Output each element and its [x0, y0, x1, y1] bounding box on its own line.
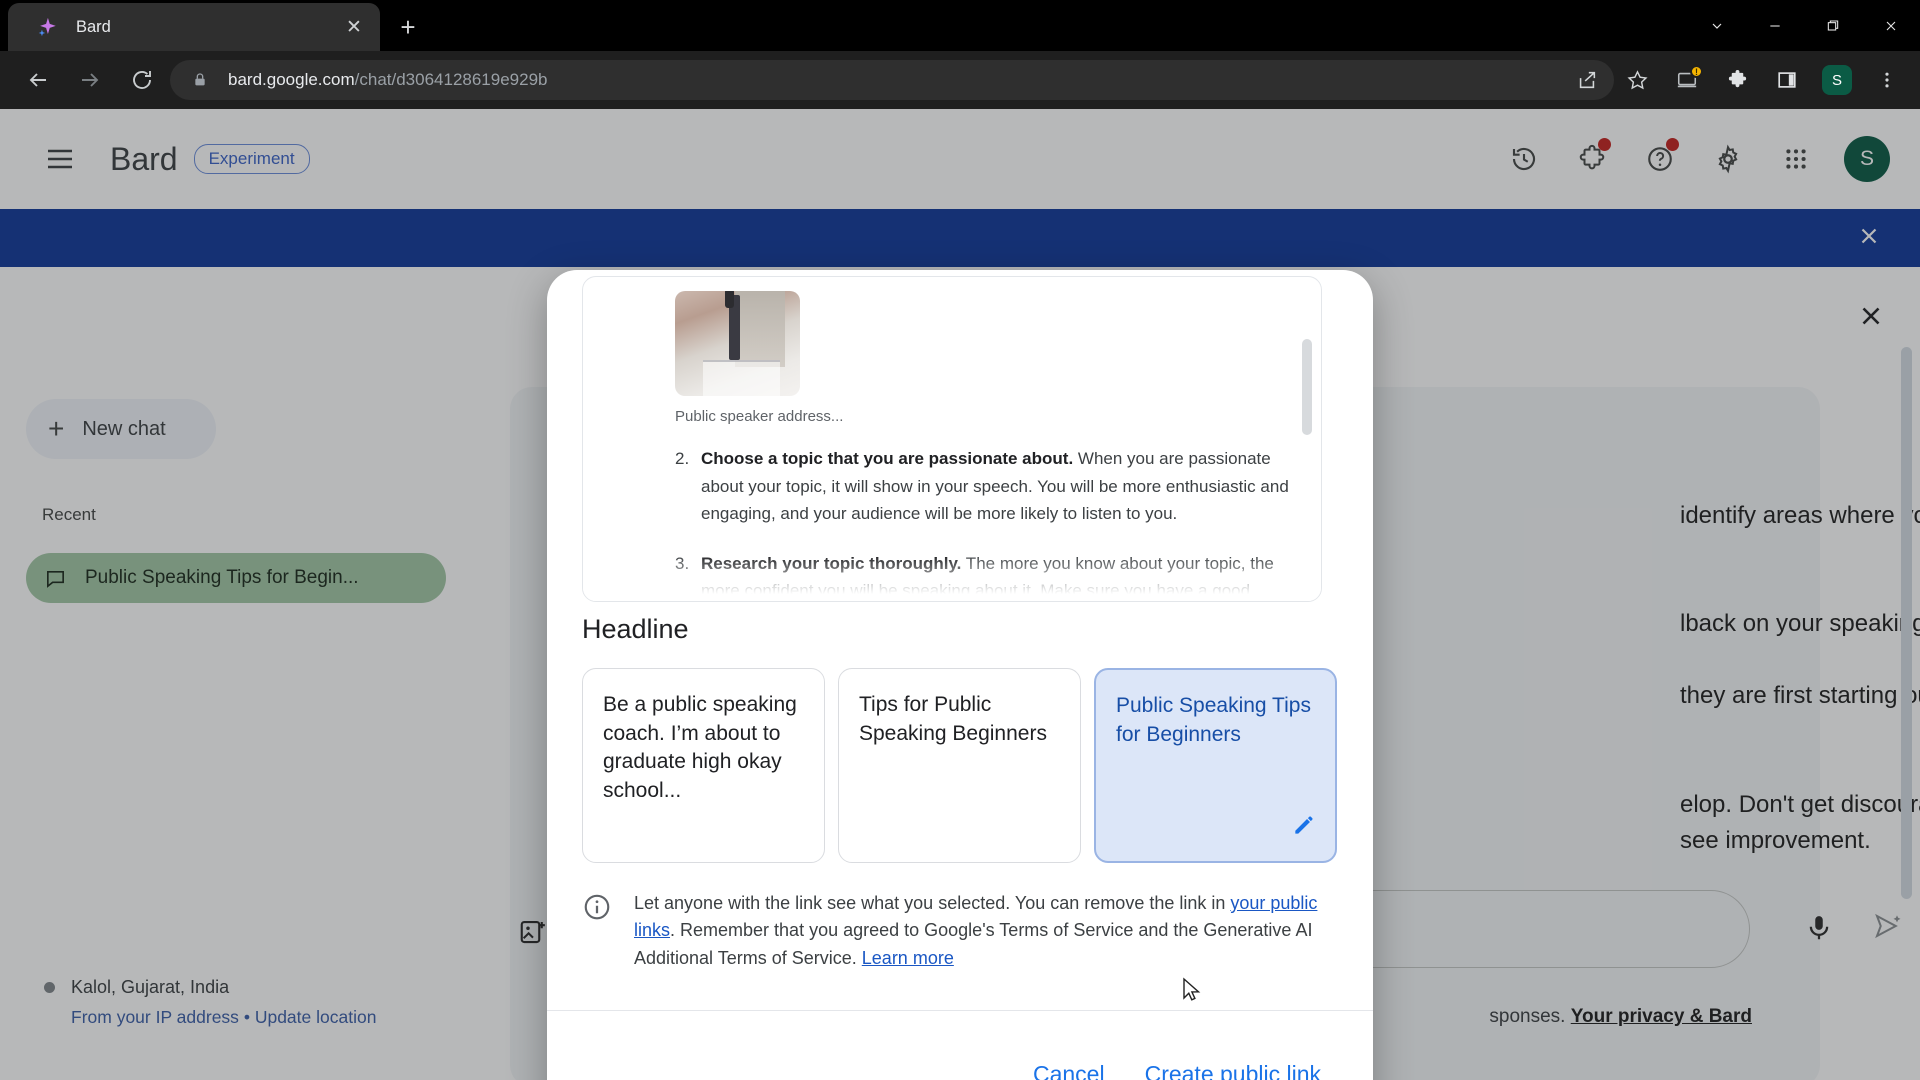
headline-option-3-selected[interactable]: Public Speaking Tips for Beginners	[1094, 668, 1337, 863]
headline-options: Be a public speaking coach. I’m about to…	[582, 668, 1338, 863]
info-part-1: Let anyone with the link see what you se…	[634, 893, 1231, 913]
profile-avatar[interactable]: S	[1816, 59, 1858, 101]
preview-scrollbar[interactable]	[1302, 339, 1312, 435]
headline-option-2[interactable]: Tips for Public Speaking Beginners	[838, 668, 1081, 863]
forward-arrow-icon[interactable]	[70, 60, 110, 100]
plus-icon[interactable]: +	[390, 9, 426, 45]
bard-spark-icon	[36, 16, 58, 38]
list-item-number: 2.	[675, 449, 690, 468]
preview-content: Public speaker address... 2. Choose a to…	[583, 277, 1321, 601]
list-item: 2. Choose a topic that you are passionat…	[675, 445, 1295, 528]
toolbar-icons: ! S	[1562, 51, 1912, 109]
browser-menu-icon[interactable]	[1866, 59, 1908, 101]
dialog-close-icon[interactable]	[1856, 301, 1886, 336]
preview-thumbnail-caption: Public speaker address...	[675, 408, 844, 425]
maximize-icon[interactable]	[1804, 0, 1862, 51]
share-icon[interactable]	[1566, 59, 1608, 101]
device-warning-icon[interactable]: !	[1666, 59, 1708, 101]
mouse-cursor	[1182, 977, 1204, 1010]
list-item-body: Choose a topic that you are passionate a…	[701, 445, 1295, 528]
url-text: bard.google.com/chat/d3064128619e929b	[228, 70, 548, 90]
tab-title: Bard	[76, 17, 111, 36]
minimize-icon[interactable]	[1746, 0, 1804, 51]
headline-option-text: Be a public speaking coach. I’m about to…	[603, 693, 797, 802]
close-window-icon[interactable]	[1862, 0, 1920, 51]
lock-icon	[192, 71, 210, 89]
address-bar[interactable]: bard.google.com/chat/d3064128619e929b	[170, 60, 1614, 100]
window-controls	[1688, 0, 1920, 51]
info-disclaimer: Let anyone with the link see what you se…	[582, 890, 1338, 972]
dialog-scrollbar[interactable]	[1901, 347, 1912, 899]
dialog-actions: Cancel Create public link	[547, 1010, 1373, 1080]
url-path: /chat/d3064128619e929b	[354, 70, 548, 89]
reload-icon[interactable]	[122, 60, 162, 100]
back-arrow-icon[interactable]	[18, 60, 58, 100]
bookmark-star-icon[interactable]	[1616, 59, 1658, 101]
side-panel-icon[interactable]	[1766, 59, 1808, 101]
tab-search-chevron-icon[interactable]	[1688, 0, 1746, 51]
tab-strip: Bard ✕ +	[0, 0, 1920, 51]
preview-card: Public speaker address... 2. Choose a to…	[582, 276, 1322, 602]
preview-thumbnail-image	[675, 291, 800, 396]
headline-option-text: Public Speaking Tips for Beginners	[1116, 694, 1311, 746]
headline-option-text: Tips for Public Speaking Beginners	[859, 693, 1047, 745]
info-part-2: . Remember that you agreed to Google's T…	[634, 920, 1313, 968]
avatar-initial: S	[1822, 65, 1852, 95]
create-public-link-button[interactable]: Create public link	[1145, 1061, 1321, 1080]
learn-more-link[interactable]: Learn more	[862, 948, 954, 968]
close-icon[interactable]: ✕	[340, 13, 368, 41]
info-circle-icon	[582, 892, 612, 972]
extensions-puzzle-icon[interactable]	[1716, 59, 1758, 101]
pencil-edit-icon[interactable]	[1291, 812, 1317, 847]
url-domain: bard.google.com	[228, 70, 355, 89]
browser-window: Bard ✕ + bard.google.com/chat/d306412861…	[0, 0, 1920, 1080]
warning-badge: !	[1690, 65, 1703, 78]
page-content: Bard Experiment S + New chat Recent Publ…	[0, 109, 1920, 1080]
list-item-bold: Choose a topic that you are passionate a…	[701, 449, 1074, 468]
browser-toolbar: bard.google.com/chat/d3064128619e929b !	[0, 51, 1920, 109]
headline-option-1[interactable]: Be a public speaking coach. I’m about to…	[582, 668, 825, 863]
share-dialog: Public speaker address... 2. Choose a to…	[547, 270, 1373, 1080]
cancel-button[interactable]: Cancel	[1033, 1061, 1105, 1080]
info-text: Let anyone with the link see what you se…	[634, 890, 1338, 972]
preview-fade-overlay	[583, 555, 1321, 601]
headline-section-title: Headline	[582, 614, 689, 644]
browser-tab[interactable]: Bard ✕	[8, 3, 380, 51]
